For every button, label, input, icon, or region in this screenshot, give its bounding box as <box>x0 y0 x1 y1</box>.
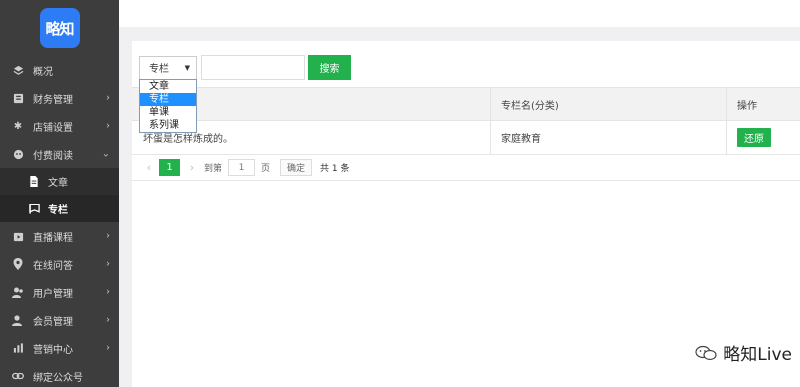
chevron-right-icon: › <box>106 314 110 326</box>
chevron-right-icon: › <box>106 230 110 242</box>
live-icon <box>12 230 24 242</box>
sidebar-item-marketing-center[interactable]: 营销中心 › <box>0 334 119 362</box>
sidebar-item-label: 文章 <box>48 178 68 189</box>
search-button[interactable]: 搜索 <box>308 55 351 80</box>
restore-button[interactable]: 还原 <box>737 128 771 147</box>
sidebar-item-bind-official-account[interactable]: 绑定公众号 <box>0 362 119 387</box>
header-cell-column-name: 专栏名(分类) <box>490 88 726 120</box>
member-icon <box>12 314 24 326</box>
sidebar-item-label: 专栏 <box>48 205 68 216</box>
dropdown-option[interactable]: 单课 <box>140 106 196 119</box>
caret-down-icon: ▼ <box>184 63 190 72</box>
sidebar: 略知 概况 财务管理 › ✱ 店铺设置 › 付费阅读 ⌄ 文章 专栏 直播课程 … <box>0 0 119 387</box>
chevron-right-icon: › <box>106 286 110 298</box>
sidebar-item-label: 财务管理 <box>33 94 73 106</box>
type-select-dropdown: 文章 专栏 单课 系列课 <box>139 79 197 133</box>
sidebar-item-label: 会员管理 <box>33 316 73 328</box>
watermark: 略知Live <box>695 340 792 365</box>
sidebar-item-label: 用户管理 <box>33 288 73 300</box>
header-cell-action: 操作 <box>726 88 800 120</box>
sidebar-item-label: 绑定公众号 <box>33 372 83 384</box>
search-input[interactable] <box>201 55 305 80</box>
total-count: 共 1 条 <box>320 164 350 174</box>
table-header: 专栏名(分类) 操作 <box>132 87 800 121</box>
sidebar-item-label: 在线问答 <box>33 260 73 272</box>
dropdown-option[interactable]: 系列课 <box>140 119 196 132</box>
type-select[interactable]: 专栏 ▼ <box>139 55 197 80</box>
next-page-icon[interactable]: › <box>186 161 198 174</box>
watermark-text: 略知Live <box>723 345 792 365</box>
sidebar-subitem-article[interactable]: 文章 <box>0 168 119 195</box>
chevron-down-icon: ⌄ <box>101 148 110 160</box>
filter-row: 专栏 ▼ 搜索 <box>139 55 351 80</box>
chevron-right-icon: › <box>106 342 110 354</box>
sidebar-item-label: 直播课程 <box>33 232 73 244</box>
sidebar-item-paid-reading[interactable]: 付费阅读 ⌄ <box>0 140 119 168</box>
goto-label: 到第 <box>204 164 223 174</box>
top-bar <box>119 0 800 27</box>
content-panel: 专栏 ▼ 搜索 文章 专栏 单课 系列课 专栏名(分类) 操作 坏蛋是怎样炼成的… <box>132 41 800 387</box>
paid-read-icon <box>12 148 24 160</box>
chevron-right-icon: › <box>106 120 110 132</box>
sidebar-item-online-qa[interactable]: 在线问答 › <box>0 250 119 278</box>
confirm-page-button[interactable]: 确定 <box>280 159 313 176</box>
chart-icon <box>12 342 24 354</box>
sidebar-item-member-management[interactable]: 会员管理 › <box>0 306 119 334</box>
sidebar-item-label: 付费阅读 <box>33 150 73 162</box>
prev-page-icon[interactable]: ‹ <box>143 161 155 174</box>
chevron-right-icon: › <box>106 92 110 104</box>
row-category: 家庭教育 <box>490 121 726 154</box>
column-table: 专栏名(分类) 操作 坏蛋是怎样炼成的。 家庭教育 还原 <box>132 87 800 155</box>
sidebar-item-user-management[interactable]: 用户管理 › <box>0 278 119 306</box>
sidebar-item-label: 营销中心 <box>33 344 73 356</box>
sidebar-item-label: 概况 <box>33 66 53 78</box>
sidebar-subitem-column[interactable]: 专栏 <box>0 195 119 222</box>
page-number-input[interactable]: 1 <box>228 159 256 176</box>
sidebar-item-live-course[interactable]: 直播课程 › <box>0 222 119 250</box>
sidebar-item-overview[interactable]: 概况 <box>0 56 119 84</box>
pagination: ‹ 1 › 到第 1 页 确定 共 1 条 <box>132 155 800 181</box>
document-icon <box>28 176 40 188</box>
sidebar-item-finance[interactable]: 财务管理 › <box>0 84 119 112</box>
link-icon <box>12 370 24 382</box>
page-label: 页 <box>261 164 271 174</box>
location-icon <box>12 258 24 270</box>
logo-wrap: 略知 <box>0 0 119 56</box>
current-page[interactable]: 1 <box>159 159 180 176</box>
row-action-cell: 还原 <box>726 121 800 154</box>
flag-icon <box>28 203 40 215</box>
finance-icon <box>12 92 24 104</box>
logo[interactable]: 略知 <box>39 8 80 48</box>
type-select-value: 专栏 <box>149 64 169 75</box>
sidebar-item-store-settings[interactable]: ✱ 店铺设置 › <box>0 112 119 140</box>
layers-icon <box>12 64 24 76</box>
table-row: 坏蛋是怎样炼成的。 家庭教育 还原 <box>132 121 800 155</box>
wechat-icon <box>695 345 717 361</box>
dropdown-option[interactable]: 文章 <box>140 80 196 93</box>
gear-icon: ✱ <box>13 120 23 132</box>
chevron-right-icon: › <box>106 258 110 270</box>
dropdown-option-selected[interactable]: 专栏 <box>140 93 196 106</box>
user-icon <box>12 286 24 298</box>
sidebar-item-label: 店铺设置 <box>33 122 73 134</box>
